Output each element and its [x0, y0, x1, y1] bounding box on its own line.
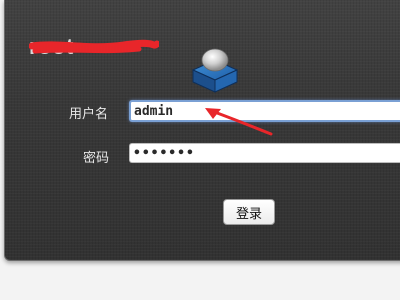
username-label: 用户名	[69, 107, 109, 122]
login-panel: root 用户名 密码 登录	[4, 0, 400, 261]
password-input[interactable]	[129, 143, 400, 163]
redaction-scribble	[29, 39, 159, 54]
password-label: 密码	[83, 151, 110, 166]
server-box-icon	[191, 48, 239, 93]
username-input[interactable]	[129, 100, 400, 122]
brand-header: root	[29, 30, 249, 93]
login-button[interactable]: 登录	[223, 199, 275, 225]
